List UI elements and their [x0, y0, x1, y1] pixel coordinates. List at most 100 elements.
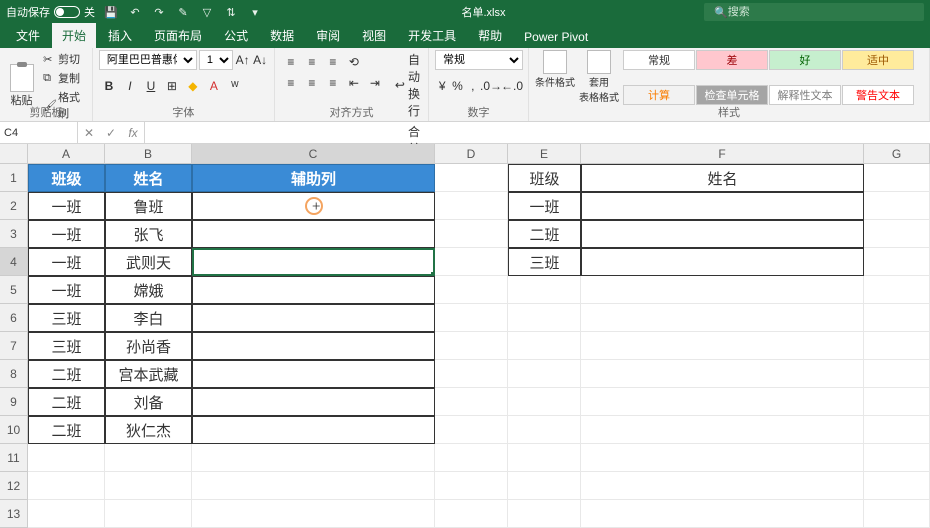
tab-layout[interactable]: 页面布局: [144, 23, 212, 48]
row-header[interactable]: 12: [0, 472, 28, 500]
cell-F4[interactable]: [581, 248, 864, 276]
cell-F8[interactable]: [581, 360, 864, 388]
cell-C5[interactable]: [192, 276, 435, 304]
style-cell[interactable]: 解释性文本: [769, 85, 841, 105]
cell-G12[interactable]: [864, 472, 930, 500]
save-icon[interactable]: 💾: [103, 4, 119, 20]
cell-F7[interactable]: [581, 332, 864, 360]
italic-button[interactable]: I: [120, 77, 140, 95]
cell-D13[interactable]: [435, 500, 508, 528]
cell-A2[interactable]: 一班: [28, 192, 105, 220]
cell-A3[interactable]: 一班: [28, 220, 105, 248]
cell-G1[interactable]: [864, 164, 930, 192]
cell-G3[interactable]: [864, 220, 930, 248]
filter-icon[interactable]: ▽: [199, 4, 215, 20]
tab-home[interactable]: 开始: [52, 23, 96, 48]
cell-F5[interactable]: [581, 276, 864, 304]
style-cell[interactable]: 计算: [623, 85, 695, 105]
cell-B2[interactable]: 鲁班: [105, 192, 192, 220]
cell-D3[interactable]: [435, 220, 508, 248]
col-header-g[interactable]: G: [864, 144, 930, 163]
cell-E12[interactable]: [508, 472, 581, 500]
cell-E3[interactable]: 二班: [508, 220, 581, 248]
cell-D11[interactable]: [435, 444, 508, 472]
enter-formula-button[interactable]: ✓: [100, 122, 122, 144]
cell-D2[interactable]: [435, 192, 508, 220]
cell-B9[interactable]: 刘备: [105, 388, 192, 416]
fill-color-button[interactable]: ◆: [183, 77, 203, 95]
cell-F13[interactable]: [581, 500, 864, 528]
tab-formulas[interactable]: 公式: [214, 23, 258, 48]
cell-F1[interactable]: 姓名: [581, 164, 864, 192]
style-cell[interactable]: 差: [696, 50, 768, 70]
cell-A11[interactable]: [28, 444, 105, 472]
cell-A7[interactable]: 三班: [28, 332, 105, 360]
search-input[interactable]: [728, 6, 914, 18]
cell-D6[interactable]: [435, 304, 508, 332]
font-size-select[interactable]: 11: [199, 50, 233, 70]
cell-C1[interactable]: 辅助列: [192, 164, 435, 192]
select-all-corner[interactable]: [0, 144, 28, 163]
cell-C3[interactable]: [192, 220, 435, 248]
cell-E4[interactable]: 三班: [508, 248, 581, 276]
cell-D10[interactable]: [435, 416, 508, 444]
cell-E7[interactable]: [508, 332, 581, 360]
cell-F11[interactable]: [581, 444, 864, 472]
cell-B13[interactable]: [105, 500, 192, 528]
cancel-formula-button[interactable]: ✕: [78, 122, 100, 144]
row-header[interactable]: 5: [0, 276, 28, 304]
cell-A12[interactable]: [28, 472, 105, 500]
brush-icon[interactable]: ✎: [175, 4, 191, 20]
cell-A1[interactable]: 班级: [28, 164, 105, 192]
inc-decimal-button[interactable]: .0→: [481, 77, 501, 95]
cell-D5[interactable]: [435, 276, 508, 304]
cell-G5[interactable]: [864, 276, 930, 304]
row-header[interactable]: 10: [0, 416, 28, 444]
cell-E13[interactable]: [508, 500, 581, 528]
cell-D9[interactable]: [435, 388, 508, 416]
cell-A8[interactable]: 二班: [28, 360, 105, 388]
number-format-select[interactable]: 常规: [435, 50, 523, 70]
cell-E10[interactable]: [508, 416, 581, 444]
cell-B4[interactable]: 武则天: [105, 248, 192, 276]
tab-powerpivot[interactable]: Power Pivot: [514, 26, 598, 48]
row-header[interactable]: 6: [0, 304, 28, 332]
cell-E5[interactable]: [508, 276, 581, 304]
style-cell[interactable]: 检查单元格: [696, 85, 768, 105]
cell-E8[interactable]: [508, 360, 581, 388]
align-middle-button[interactable]: ≡: [302, 53, 322, 71]
cell-B8[interactable]: 宫本武藏: [105, 360, 192, 388]
style-cell[interactable]: 好: [769, 50, 841, 70]
sort-icon[interactable]: ⇅: [223, 4, 239, 20]
cell-E6[interactable]: [508, 304, 581, 332]
phonetic-button[interactable]: ᵂ: [225, 77, 245, 95]
decrease-font-button[interactable]: A↓: [252, 51, 268, 69]
align-left-button[interactable]: ≡: [281, 74, 301, 92]
cell-G9[interactable]: [864, 388, 930, 416]
style-cell[interactable]: 常规: [623, 50, 695, 70]
col-header-d[interactable]: D: [435, 144, 508, 163]
name-box[interactable]: C4: [0, 122, 78, 143]
cell-C10[interactable]: [192, 416, 435, 444]
bold-button[interactable]: B: [99, 77, 119, 95]
row-header[interactable]: 11: [0, 444, 28, 472]
tab-data[interactable]: 数据: [260, 23, 304, 48]
copy-button[interactable]: ⧉复制: [41, 69, 86, 87]
formula-input[interactable]: [145, 122, 930, 143]
cell-C2[interactable]: [192, 192, 435, 220]
cut-button[interactable]: ✂剪切: [41, 50, 86, 68]
tab-review[interactable]: 审阅: [306, 23, 350, 48]
font-name-select[interactable]: 阿里巴巴普惠体: [99, 50, 197, 70]
cell-C13[interactable]: [192, 500, 435, 528]
undo-icon[interactable]: ↶: [127, 4, 143, 20]
cell-C6[interactable]: [192, 304, 435, 332]
qat-more-icon[interactable]: ▾: [247, 4, 263, 20]
underline-button[interactable]: U: [141, 77, 161, 95]
redo-icon[interactable]: ↷: [151, 4, 167, 20]
cell-C8[interactable]: [192, 360, 435, 388]
cell-D4[interactable]: [435, 248, 508, 276]
align-top-button[interactable]: ≡: [281, 53, 301, 71]
cell-C12[interactable]: [192, 472, 435, 500]
cell-D8[interactable]: [435, 360, 508, 388]
tab-developer[interactable]: 开发工具: [398, 23, 466, 48]
